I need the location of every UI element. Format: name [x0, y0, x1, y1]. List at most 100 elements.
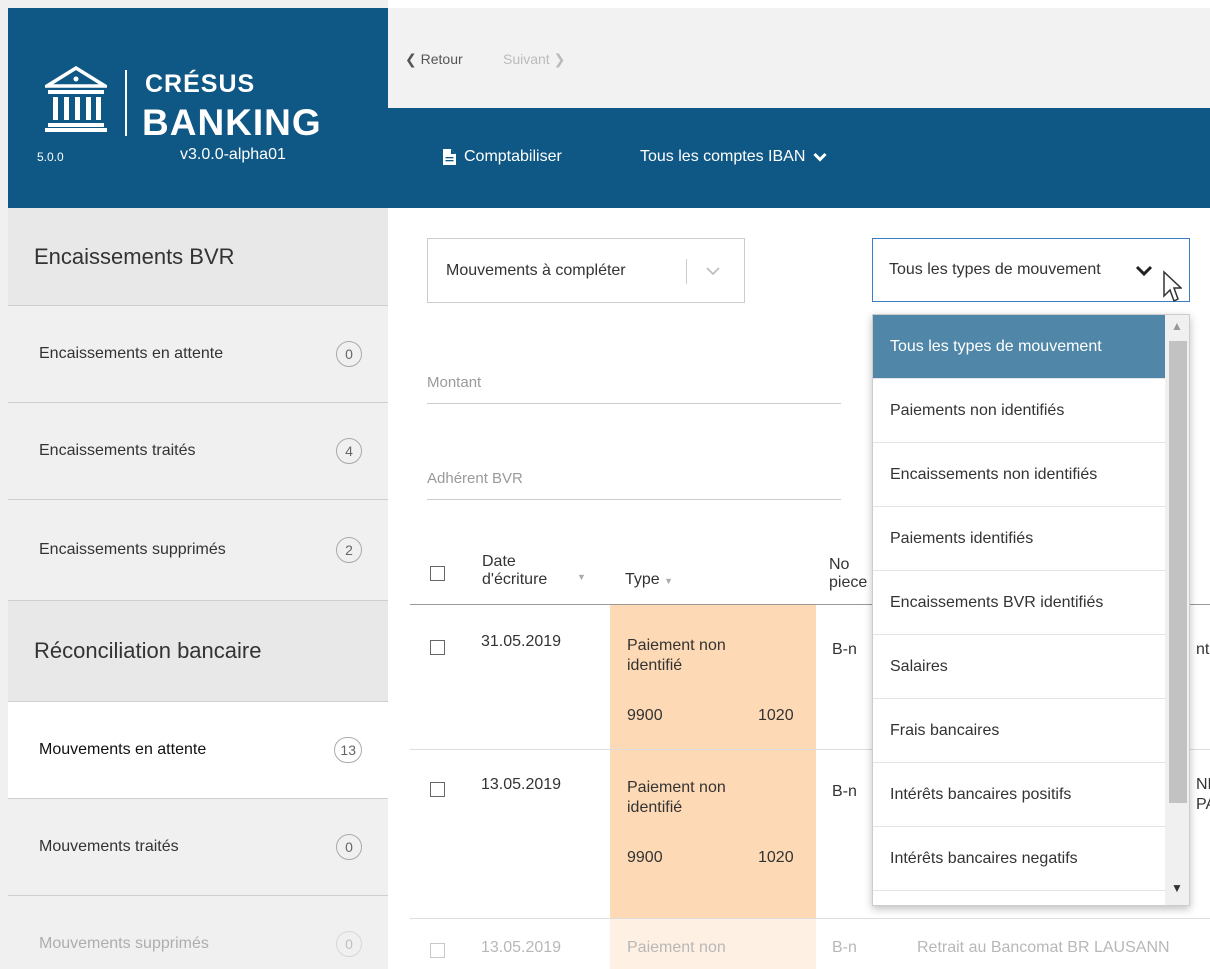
dropdown-option[interactable]: Tous les types de mouvement — [873, 315, 1165, 379]
row-checkbox[interactable] — [430, 782, 445, 797]
sort-icon: ▼ — [577, 572, 586, 582]
row-type: Paiement non — [627, 939, 726, 956]
comptabiliser-label: Comptabiliser — [464, 148, 562, 165]
sidebar-item-encaissements-supprimes[interactable]: Encaissements supprimés 2 — [8, 500, 388, 601]
type-cell-highlight — [610, 750, 816, 918]
sidebar-item-label: Mouvements en attente — [39, 741, 207, 758]
row-text: NN PAY — [1196, 775, 1210, 815]
column-header-piece-line1: No — [829, 556, 850, 573]
row-type-line1: Paiement non — [627, 637, 726, 654]
column-header-date[interactable]: Date d'écriture — [482, 553, 547, 589]
app-version: 5.0.0 — [37, 150, 64, 164]
row-type-line1: Paiement non — [627, 779, 726, 796]
brand-name-line1: CRÉSUS — [145, 70, 256, 98]
next-button[interactable]: Suivant ❯ — [503, 51, 565, 68]
dropdown-option[interactable]: Intérêts bancaires positifs — [873, 763, 1165, 827]
document-icon — [443, 149, 456, 165]
dropdown-option[interactable]: Salaires — [873, 635, 1165, 699]
top-navigation: ❮ Retour Suivant ❯ — [388, 8, 1210, 108]
brand-header: CRÉSUS BANKING 5.0.0 v3.0.0-alpha01 — [8, 8, 388, 208]
movement-type-dropdown-list[interactable]: Tous les types de mouvement Paiements no… — [872, 314, 1190, 906]
scroll-up-icon[interactable]: ▲ — [1171, 319, 1183, 333]
count-badge: 0 — [336, 931, 362, 957]
sidebar-item-encaissements-en-attente[interactable]: Encaissements en attente 0 — [8, 306, 388, 403]
dropdown-option[interactable]: Encaissements non identifiés — [873, 443, 1165, 507]
row-type: Paiement non identifié — [627, 636, 726, 676]
comptabiliser-button[interactable]: Comptabiliser — [443, 148, 562, 166]
row-text-line1: NN — [1196, 776, 1210, 793]
select-separator — [686, 259, 687, 284]
row-text: nt — [1196, 641, 1210, 658]
count-badge: 13 — [334, 737, 362, 763]
row-date: 31.05.2019 — [481, 633, 562, 650]
row-checkbox[interactable] — [430, 943, 445, 958]
section-header-bvr: Encaissements BVR — [8, 208, 388, 306]
row-text-line2: PAY — [1196, 796, 1210, 813]
sidebar-item-encaissements-traites[interactable]: Encaissements traités 4 — [8, 403, 388, 500]
column-header-piece[interactable]: No piece — [829, 556, 867, 592]
sidebar-item-label: Encaissements traités — [39, 442, 196, 459]
column-header-date-line2: d'écriture — [482, 571, 548, 588]
sidebar-item-mouvements-supprimes[interactable]: Mouvements supprimés 0 — [8, 896, 388, 969]
row-type-line2: identifié — [627, 657, 683, 674]
row-checkbox[interactable] — [430, 640, 445, 655]
type-cell-highlight — [610, 605, 816, 749]
count-badge: 0 — [336, 834, 362, 860]
back-label: Retour — [420, 51, 463, 67]
count-badge: 0 — [336, 341, 362, 367]
toolbar: Comptabiliser Tous les comptes IBAN — [388, 108, 1210, 208]
dropdown-option[interactable]: Paiements identifiés — [873, 507, 1165, 571]
row-type-line2: identifié — [627, 799, 683, 816]
bank-icon — [45, 66, 107, 132]
bvr-member-field[interactable]: Adhérent BVR — [427, 470, 841, 500]
row-debit-account: 9900 — [627, 707, 663, 724]
row-piece: B-n — [832, 939, 857, 956]
chevron-right-icon: ❯ — [553, 51, 566, 67]
sidebar-item-mouvements-en-attente[interactable]: Mouvements en attente 13 — [8, 702, 388, 799]
sidebar-item-label: Mouvements supprimés — [39, 935, 209, 952]
column-header-type[interactable]: Type ▼ — [625, 571, 673, 590]
chevron-down-icon — [813, 152, 827, 162]
row-debit-account: 9900 — [627, 849, 663, 866]
select-all-checkbox[interactable] — [430, 566, 445, 581]
row-date: 13.05.2019 — [481, 776, 562, 793]
dropdown-option[interactable]: Paiements non identifiés — [873, 379, 1165, 443]
module-version: v3.0.0-alpha01 — [180, 146, 286, 163]
row-date: 13.05.2019 — [481, 939, 562, 956]
amount-field[interactable]: Montant — [427, 374, 841, 404]
sidebar-item-label: Encaissements en attente — [39, 345, 224, 362]
brand-divider — [125, 70, 127, 136]
chevron-down-icon — [1135, 265, 1153, 277]
row-type: Paiement non identifié — [627, 778, 726, 818]
iban-accounts-dropdown[interactable]: Tous les comptes IBAN — [640, 148, 827, 166]
movement-type-select[interactable]: Tous les types de mouvement — [872, 238, 1190, 302]
dropdown-option[interactable]: Frais bancaires — [873, 699, 1165, 763]
sidebar-item-label: Encaissements supprimés — [39, 541, 226, 558]
count-badge: 2 — [336, 537, 362, 563]
movement-type-value: Tous les types de mouvement — [889, 261, 1101, 278]
dropdown-option[interactable]: Encaissements BVR identifiés — [873, 571, 1165, 635]
column-header-piece-line2: piece — [829, 574, 868, 591]
row-credit-account: 1020 — [758, 707, 794, 724]
column-header-date-line1: Date — [482, 553, 516, 570]
row-piece: B-n — [832, 641, 857, 658]
sidebar-item-label: Mouvements traités — [39, 838, 179, 855]
table-row[interactable]: 13.05.2019 Paiement non B-n Retrait au B… — [410, 919, 1210, 969]
iban-label: Tous les comptes IBAN — [640, 148, 806, 165]
dropdown-scroll-thumb[interactable] — [1169, 341, 1187, 803]
chevron-down-icon — [706, 267, 720, 276]
count-badge: 4 — [336, 438, 362, 464]
scroll-down-icon[interactable]: ▼ — [1171, 881, 1183, 895]
sidebar-item-mouvements-traites[interactable]: Mouvements traités 0 — [8, 799, 388, 896]
dropdown-option[interactable]: Intérêts bancaires negatifs — [873, 827, 1165, 891]
column-header-type-label: Type — [625, 571, 660, 588]
status-filter-value: Mouvements à compléter — [446, 261, 626, 279]
row-text: Retrait au Bancomat BR LAUSANN — [917, 939, 1170, 956]
brand-name-line2: BANKING — [142, 102, 322, 143]
section-header-reconciliation: Réconciliation bancaire — [8, 601, 388, 702]
mouse-pointer-icon — [1163, 270, 1182, 303]
sidebar: CRÉSUS BANKING 5.0.0 v3.0.0-alpha01 Enca… — [0, 0, 388, 969]
next-label: Suivant — [503, 51, 550, 67]
back-button[interactable]: ❮ Retour — [405, 51, 463, 68]
status-filter-select[interactable]: Mouvements à compléter — [427, 238, 745, 303]
